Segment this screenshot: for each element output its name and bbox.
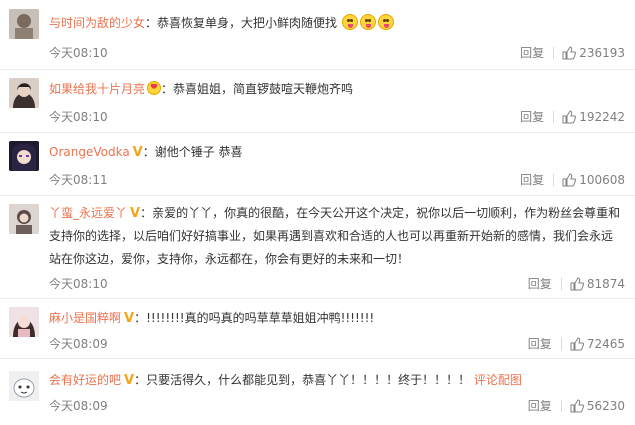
like-count: 56230 xyxy=(586,398,625,413)
comment-actions: 回复 236193 xyxy=(520,44,625,61)
avatar[interactable] xyxy=(9,78,39,108)
comment-body: OrangeVodka V：谢他个锤子 恭喜 xyxy=(49,141,625,164)
comment-actions: 回复 56230 xyxy=(528,397,625,414)
comment-actions: 回复 81874 xyxy=(528,275,625,292)
comment-image-link[interactable]: 评论配图 xyxy=(474,373,522,387)
username-link[interactable]: 会有好运的吧 xyxy=(49,373,121,387)
like-count: 81874 xyxy=(586,276,625,291)
verified-v-icon: V xyxy=(130,206,141,221)
comment-item: 如果给我十片月亮 ♥ ♥ ：恭喜姐姐，简直锣鼓喧天鞭炮齐鸣 今天08:10 回复 19… xyxy=(0,70,635,133)
like-count: 100608 xyxy=(579,172,625,187)
divider xyxy=(553,46,555,59)
comment-time: 今天08:10 xyxy=(49,46,108,60)
reply-button[interactable]: 回复 xyxy=(528,397,552,414)
reply-button[interactable]: 回复 xyxy=(528,335,552,352)
comment-body: 麻小是国粹啊 V：!!!!!!!!真的吗真的吗草草草姐姐冲鸭!!!!!!! xyxy=(49,307,625,330)
like-button[interactable]: 81874 xyxy=(570,277,625,291)
reply-button[interactable]: 回复 xyxy=(520,44,544,61)
thumbs-up-icon xyxy=(570,276,584,290)
reply-button[interactable]: 回复 xyxy=(528,275,552,292)
tongue-out-emoji-icon xyxy=(341,14,358,30)
thumbs-up-icon xyxy=(562,109,577,123)
comment-body: 会有好运的吧 V：只要活得久，什么都能见到，恭喜丫丫！！！！终于！！！！ 评论配图 xyxy=(49,369,625,392)
like-count: 72465 xyxy=(586,336,625,351)
comment-body: 丫蛮_永远爱丫 V：亲爱的丫丫，你真的很酷，在今天公开这个决定，祝你以后一切顺利，… xyxy=(49,202,623,271)
thumbs-up-icon xyxy=(562,172,577,186)
tongue-out-emoji-icon xyxy=(377,14,394,30)
thumbs-up-icon xyxy=(570,336,584,350)
comment-time: 今天08:11 xyxy=(49,173,108,187)
comment-time: 今天08:09 xyxy=(49,337,108,351)
username-link[interactable]: 如果给我十片月亮 xyxy=(49,82,145,96)
username-link[interactable]: 与时间为敌的少女 xyxy=(49,16,145,30)
divider xyxy=(560,337,562,350)
avatar[interactable] xyxy=(9,371,39,401)
username-link[interactable]: OrangeVodka xyxy=(49,145,130,159)
verified-v-icon: V xyxy=(124,311,135,326)
avatar[interactable] xyxy=(9,204,39,234)
avatar[interactable] xyxy=(9,9,39,39)
divider xyxy=(553,173,555,186)
like-count: 236193 xyxy=(579,45,625,60)
avatar[interactable] xyxy=(9,141,39,171)
thumbs-up-icon xyxy=(570,398,584,412)
comment-item: 与时间为敌的少女：恭喜恢复单身，大把小鲜肉随便找 今天08:10 回复 2361… xyxy=(0,0,635,70)
comment-time: 今天08:10 xyxy=(49,110,108,124)
thumbs-up-icon xyxy=(562,45,577,59)
reply-button[interactable]: 回复 xyxy=(520,171,544,188)
divider xyxy=(553,110,555,123)
like-button[interactable]: 56230 xyxy=(570,399,625,413)
comment-item: 丫蛮_永远爱丫 V：亲爱的丫丫，你真的很酷，在今天公开这个决定，祝你以后一切顺利，… xyxy=(0,196,635,299)
comment-item: OrangeVodka V：谢他个锤子 恭喜 今天08:11 回复 100608 xyxy=(0,133,635,196)
like-button[interactable]: 100608 xyxy=(562,173,625,187)
comment-item: 会有好运的吧 V：只要活得久，什么都能见到，恭喜丫丫！！！！终于！！！！ 评论配图… xyxy=(0,359,635,425)
comment-actions: 回复 192242 xyxy=(520,108,625,125)
username-link[interactable]: 丫蛮_永远爱丫 xyxy=(49,206,127,220)
comment-body: 如果给我十片月亮 ♥ ♥ ：恭喜姐姐，简直锣鼓喧天鞭炮齐鸣 xyxy=(49,78,625,101)
comment-actions: 回复 100608 xyxy=(520,171,625,188)
divider xyxy=(560,277,562,290)
like-count: 192242 xyxy=(579,109,625,124)
comment-text: ：只要活得久，什么都能见到，恭喜丫丫！！！！终于！！！！ xyxy=(134,373,471,387)
verified-v-icon: V xyxy=(124,373,135,388)
comment-text: ：恭喜恢复单身，大把小鲜肉随便找 xyxy=(145,16,338,30)
tongue-out-emoji-icon xyxy=(359,14,376,30)
like-button[interactable]: 236193 xyxy=(562,46,625,60)
comment-time: 今天08:10 xyxy=(49,277,108,291)
like-button[interactable]: 72465 xyxy=(570,337,625,351)
comment-text: ：!!!!!!!!真的吗真的吗草草草姐姐冲鸭!!!!!!! xyxy=(134,311,375,325)
comment-item: 麻小是国粹啊 V：!!!!!!!!真的吗真的吗草草草姐姐冲鸭!!!!!!! 今天0… xyxy=(0,299,635,359)
divider xyxy=(560,399,562,412)
comment-body: 与时间为敌的少女：恭喜恢复单身，大把小鲜肉随便找 xyxy=(49,12,625,35)
like-button[interactable]: 192242 xyxy=(562,110,625,124)
comment-text: ：恭喜姐姐，简直锣鼓喧天鞭炮齐鸣 xyxy=(161,82,354,96)
username-link[interactable]: 麻小是国粹啊 xyxy=(49,311,121,325)
comment-text: ：谢他个锤子 恭喜 xyxy=(142,145,243,159)
comment-time: 今天08:09 xyxy=(49,399,108,413)
verified-v-icon: V xyxy=(132,145,143,160)
comment-actions: 回复 72465 xyxy=(528,335,625,352)
heart-eyes-emoji-icon: ♥ ♥ xyxy=(147,81,162,95)
reply-button[interactable]: 回复 xyxy=(520,108,544,125)
avatar[interactable] xyxy=(9,307,39,337)
